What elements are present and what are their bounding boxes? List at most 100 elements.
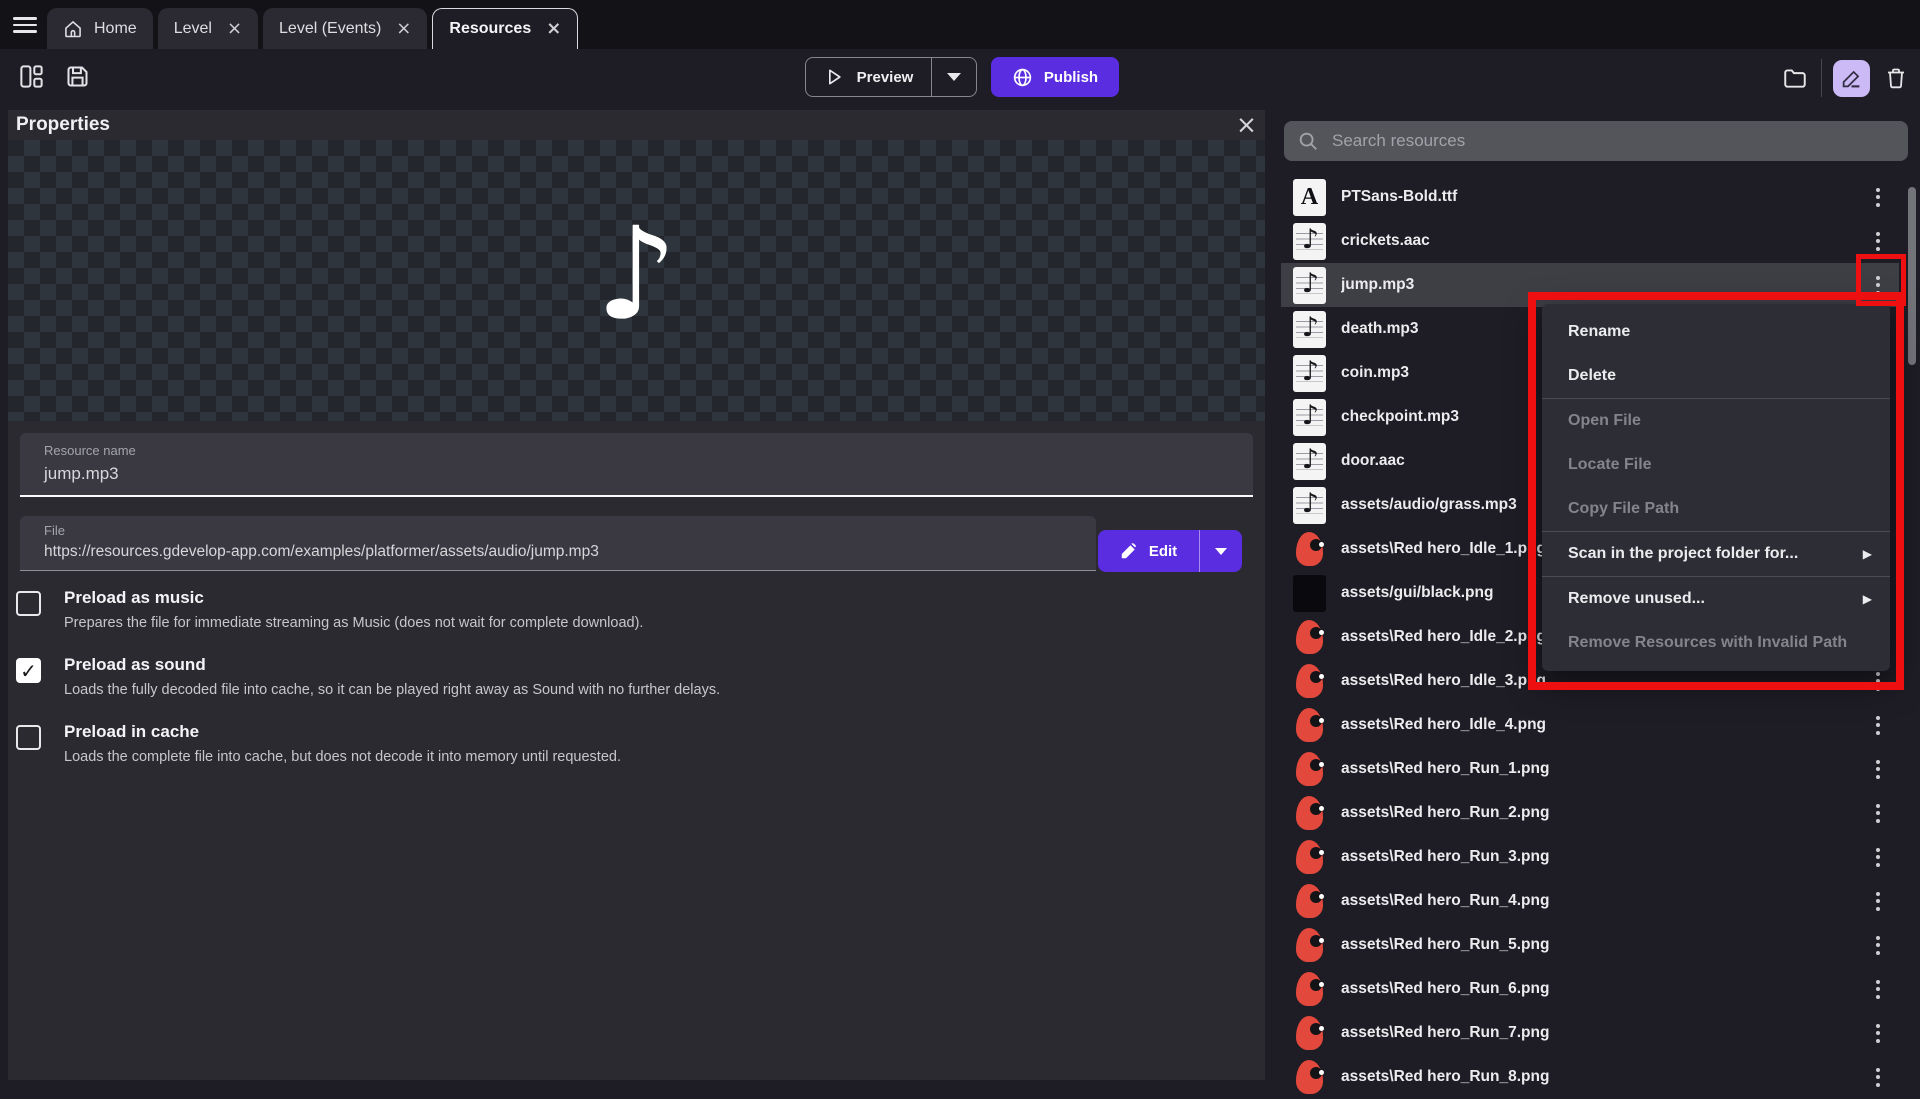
tab-level-events[interactable]: Level (Events) × [263,8,427,49]
audio-file-icon: ♪ [1293,443,1326,480]
checkbox-preload-in-cache[interactable]: ✓ [16,725,41,750]
music-note-icon: ♪ [596,211,678,339]
resource-row[interactable]: assets\Red hero_Run_6.png [1281,967,1899,1011]
preview-button-main[interactable]: Preview [806,58,931,96]
pencil-icon [1120,543,1137,560]
project-manager-icon[interactable] [16,61,46,91]
properties-panel: Properties × ♪ Resource name jump.mp3 Fi… [8,110,1265,1080]
tab-level[interactable]: Level × [158,8,258,49]
resource-name-label: assets\Red hero_Run_8.png [1341,1068,1853,1086]
kebab-menu-icon[interactable] [1868,892,1888,911]
resource-row[interactable]: assets\Red hero_Run_3.png [1281,835,1899,879]
trash-icon[interactable] [1881,63,1911,93]
home-icon [63,19,83,39]
tab-close-icon[interactable]: × [227,20,242,38]
file-field-label: File [44,523,65,538]
image-file-icon [1296,620,1323,654]
preview-button[interactable]: Preview [805,57,977,97]
tab-label: Level (Events) [279,20,381,38]
resource-preview: ♪ [8,140,1265,421]
kebab-menu-icon[interactable] [1868,804,1888,823]
search-bar [1284,121,1908,161]
option-description: Loads the complete file into cache, but … [64,749,621,765]
resource-row[interactable]: assets\Red hero_Idle_4.png [1281,703,1899,747]
option-description: Loads the fully decoded file into cache,… [64,682,720,698]
resource-name-label: PTSans-Bold.ttf [1341,188,1853,206]
edit-button[interactable]: Edit [1098,530,1242,572]
image-file-icon [1296,1016,1323,1050]
resource-row[interactable]: assets\Red hero_Run_8.png [1281,1055,1899,1099]
search-icon [1297,130,1319,152]
main-menu-icon[interactable] [13,17,37,33]
audio-file-icon: ♪ [1293,399,1326,436]
option-description: Prepares the file for immediate streamin… [64,615,643,631]
resource-name-label: crickets.aac [1341,232,1853,250]
publish-label: Publish [1044,69,1098,86]
properties-title: Properties [16,114,110,136]
chevron-down-icon [947,73,961,81]
option-preload-as-music: ✓ Preload as music Prepares the file for… [16,588,643,631]
kebab-menu-icon[interactable] [1868,188,1888,207]
checkbox-preload-as-music[interactable]: ✓ [16,591,41,616]
resource-name-field[interactable]: Resource name jump.mp3 [20,433,1253,497]
resource-row[interactable]: assets\Red hero_Run_1.png [1281,747,1899,791]
play-icon [824,67,844,87]
toolbar-divider [1821,59,1822,97]
resource-row[interactable]: assets\Red hero_Run_2.png [1281,791,1899,835]
resource-name-label: assets\Red hero_Run_1.png [1341,760,1853,778]
image-file-icon [1296,796,1323,830]
scrollbar-thumb[interactable] [1908,187,1916,365]
edit-button-main[interactable]: Edit [1098,530,1199,572]
image-file-icon [1296,972,1323,1006]
font-file-icon: A [1293,179,1326,216]
resource-name-field-label: Resource name [44,443,136,458]
search-input[interactable] [1332,131,1895,151]
image-file-icon [1296,928,1323,962]
kebab-menu-icon[interactable] [1868,980,1888,999]
resource-name-label: assets\Red hero_Run_4.png [1341,892,1853,910]
folder-icon[interactable] [1780,63,1810,93]
edit-mode-button[interactable] [1833,60,1870,97]
kebab-menu-icon[interactable] [1868,1068,1888,1087]
kebab-menu-icon[interactable] [1868,760,1888,779]
audio-file-icon: ♪ [1293,223,1326,260]
pencil-icon [1841,68,1862,89]
tab-bar: HomeLevel×Level (Events)×Resources× [0,0,1920,49]
preview-dropdown-button[interactable] [932,58,976,96]
file-field[interactable]: File https://resources.gdevelop-app.com/… [20,516,1096,571]
tab-close-icon[interactable]: × [396,20,411,38]
close-icon[interactable]: × [1236,110,1257,139]
resource-row[interactable]: ♪ crickets.aac [1281,219,1899,263]
resource-row[interactable]: assets\Red hero_Run_4.png [1281,879,1899,923]
save-icon[interactable] [62,61,92,91]
toolbar-left [16,61,92,91]
globe-icon [1012,67,1033,88]
resource-row[interactable]: assets\Red hero_Run_5.png [1281,923,1899,967]
toolbar-center: Preview Publish [805,57,1119,97]
publish-button[interactable]: Publish [991,57,1119,97]
resource-row[interactable]: assets\Red hero_Run_7.png [1281,1011,1899,1055]
resource-row[interactable]: A PTSans-Bold.ttf [1281,175,1899,219]
audio-file-icon: ♪ [1293,267,1326,304]
image-file-icon [1296,708,1323,742]
tab-resources[interactable]: Resources× [432,8,578,49]
kebab-menu-icon[interactable] [1868,1024,1888,1043]
option-preload-in-cache: ✓ Preload in cache Loads the complete fi… [16,722,621,765]
tab-home[interactable]: Home [47,8,153,49]
audio-file-icon: ♪ [1293,311,1326,348]
edit-dropdown-button[interactable] [1200,530,1242,572]
audio-file-icon: ♪ [1293,355,1326,392]
tab-label: Level [174,20,212,38]
option-label: Preload as sound [64,655,720,675]
kebab-menu-icon[interactable] [1868,232,1888,251]
tab-close-icon[interactable]: × [546,20,561,38]
annotation-rect-menu [1528,292,1904,690]
kebab-menu-icon[interactable] [1868,936,1888,955]
edit-label: Edit [1149,543,1177,560]
kebab-menu-icon[interactable] [1868,848,1888,867]
kebab-menu-icon[interactable] [1868,716,1888,735]
resource-name-label: assets\Red hero_Run_7.png [1341,1024,1853,1042]
checkbox-preload-as-sound[interactable]: ✓ [16,658,41,683]
resource-name-field-value: jump.mp3 [44,464,119,484]
resource-name-label: assets\Red hero_Idle_4.png [1341,716,1853,734]
